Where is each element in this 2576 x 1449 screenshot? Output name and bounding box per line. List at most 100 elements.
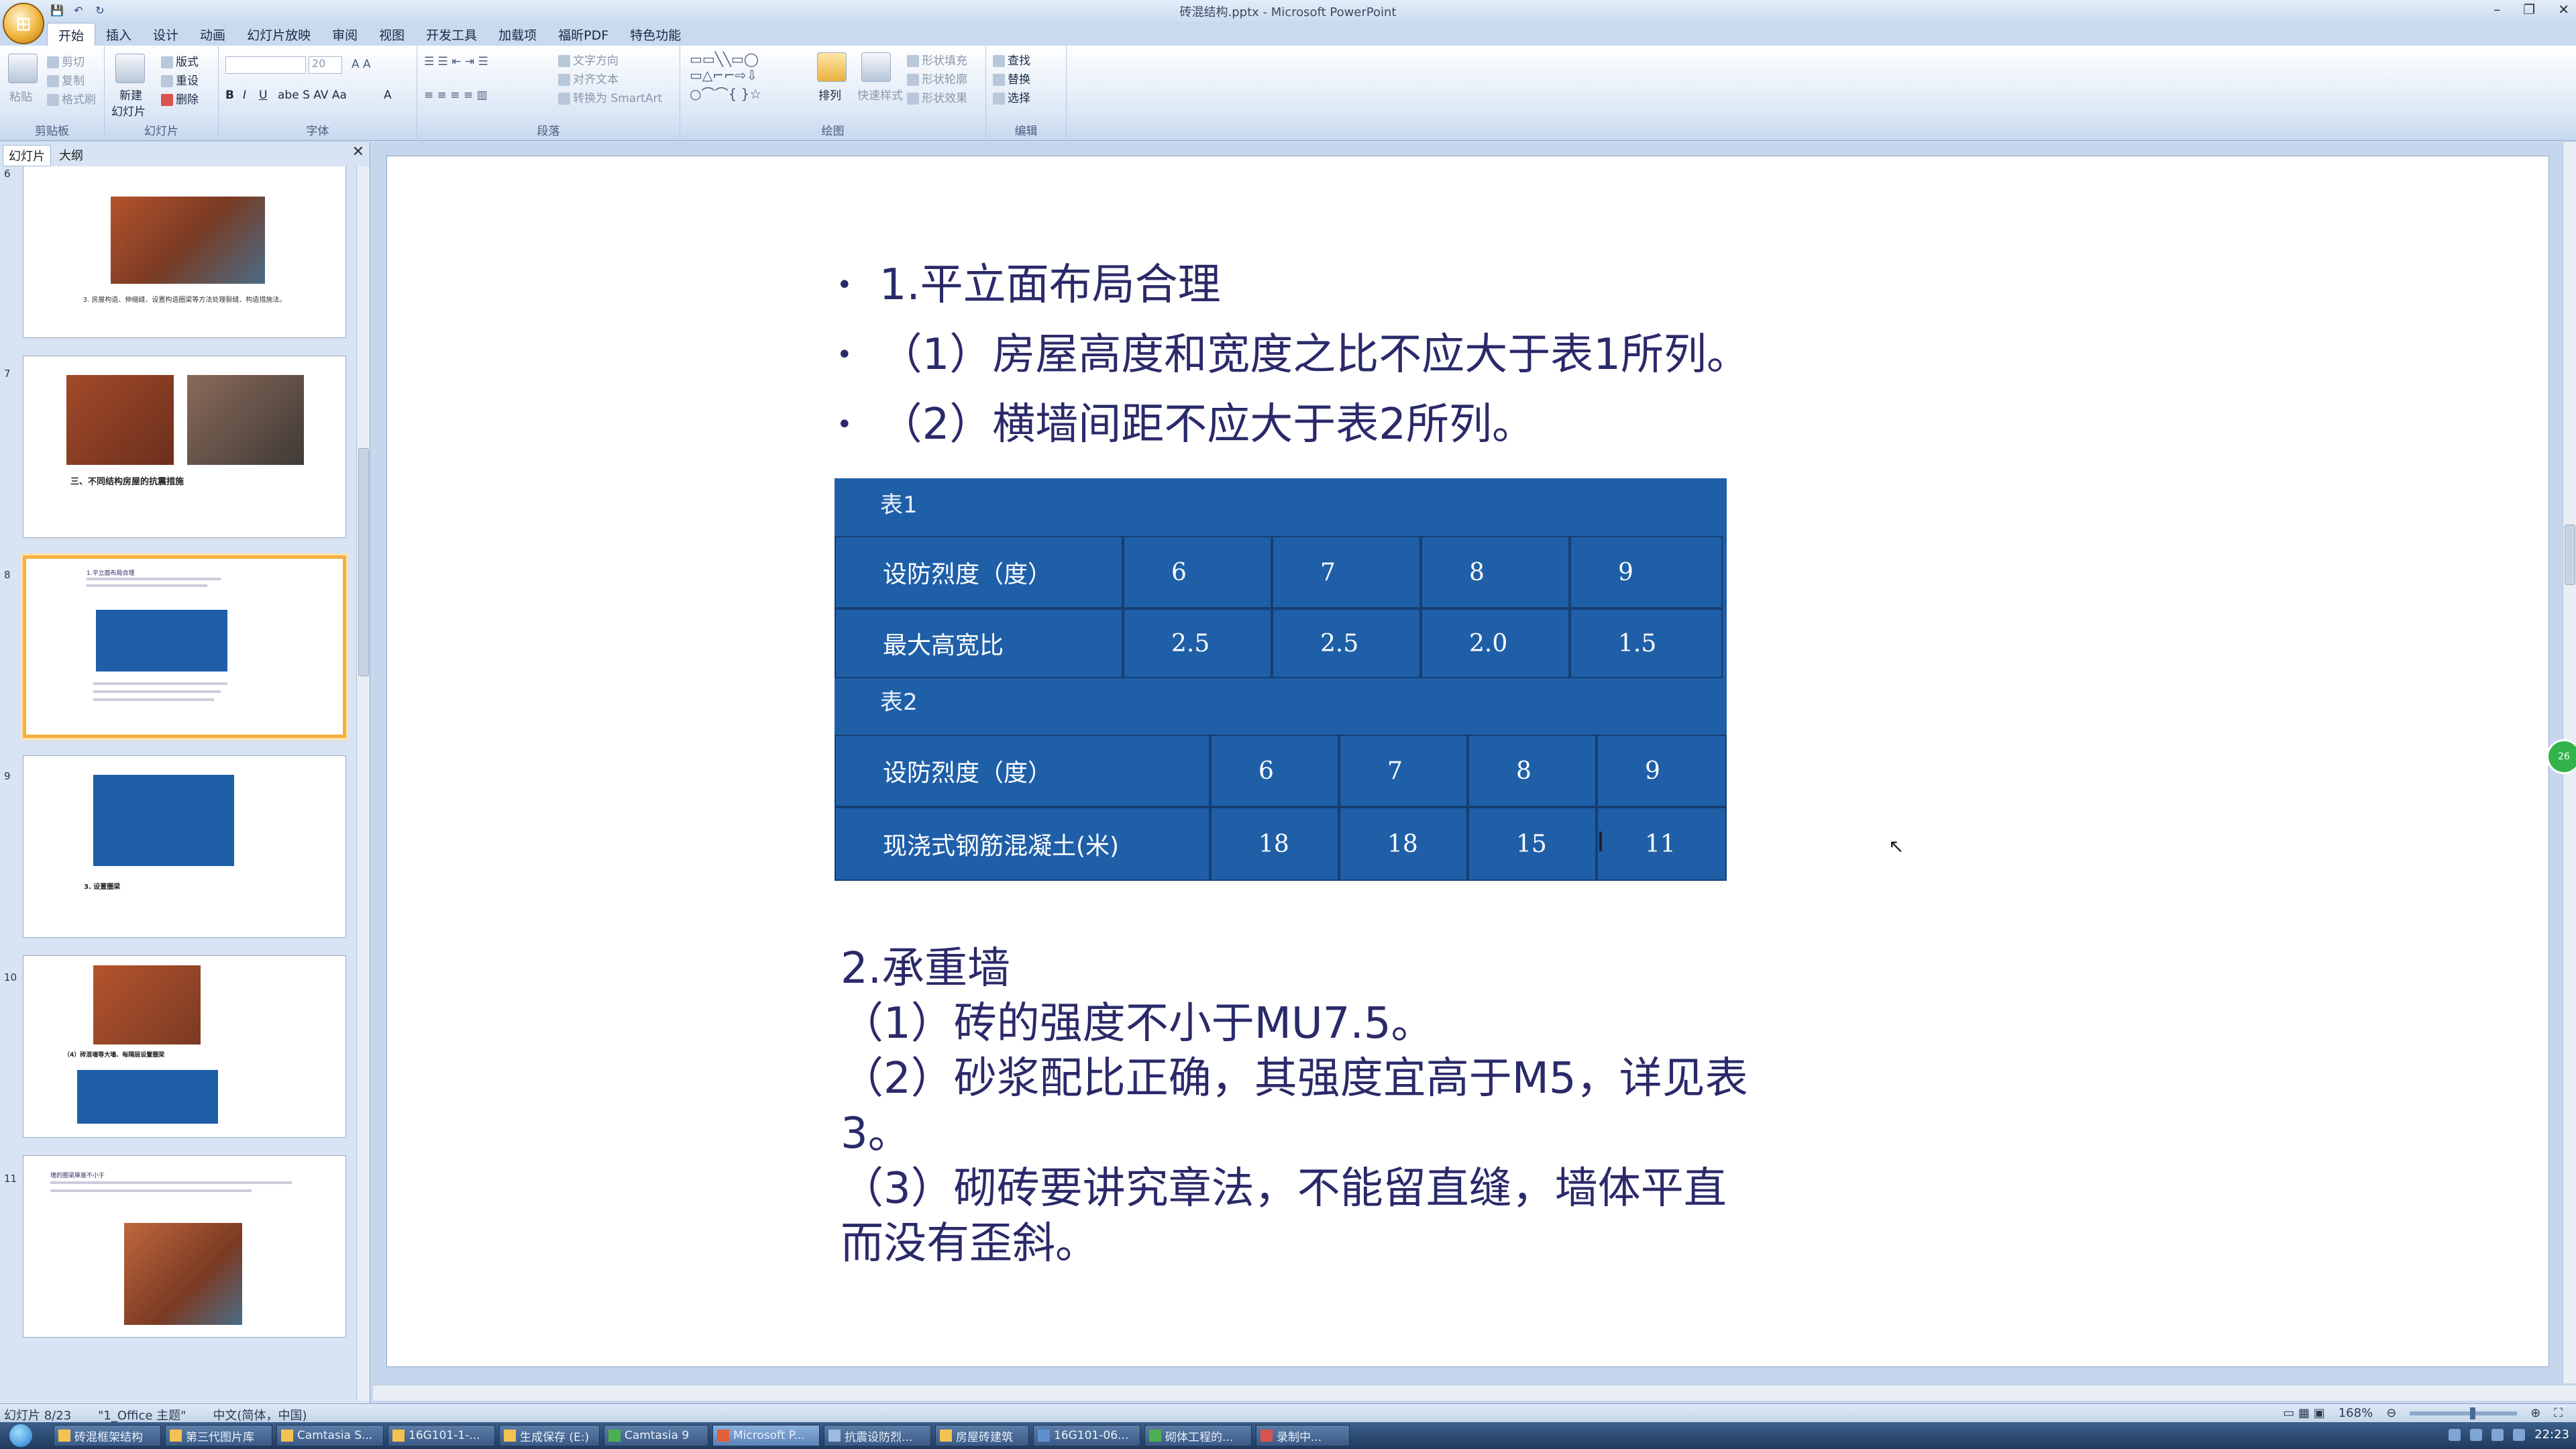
taskbar-item[interactable]: 16G101-1-...: [388, 1425, 495, 1446]
slide-thumbnail[interactable]: 3. 设置圈梁: [23, 755, 346, 938]
taskbar-item-active[interactable]: Microsoft P...: [712, 1425, 820, 1446]
close-button[interactable]: ✕: [2558, 1, 2569, 17]
find-button[interactable]: 查找: [993, 51, 1030, 68]
replace-button[interactable]: 替换: [993, 70, 1030, 87]
slide-thumbnail[interactable]: 墙的圈梁厚度不小于: [23, 1155, 346, 1338]
underline-icon[interactable]: U: [259, 89, 267, 102]
table-cell[interactable]: 7: [1272, 536, 1421, 608]
zoom-slider[interactable]: [2410, 1407, 2518, 1419]
tab-review[interactable]: 审阅: [321, 23, 368, 46]
table-cell[interactable]: 9: [1570, 536, 1723, 608]
paste-button[interactable]: 粘贴: [9, 87, 32, 104]
paste-icon[interactable]: [8, 54, 38, 83]
font-name-combo[interactable]: [225, 56, 306, 74]
select-button[interactable]: 选择: [993, 89, 1030, 105]
bullet-item[interactable]: • （1）房屋高度和宽度之比不应大于表1所列。: [837, 320, 1750, 390]
table-cell[interactable]: 11: [1597, 807, 1727, 881]
start-button[interactable]: [3, 1422, 39, 1449]
align-text-button[interactable]: 对齐文本: [558, 70, 619, 87]
bold-icon[interactable]: B: [225, 89, 234, 102]
tab-design[interactable]: 设计: [142, 23, 189, 46]
zoom-out-icon[interactable]: ⊖: [2386, 1406, 2396, 1420]
new-slide-icon[interactable]: [115, 54, 145, 83]
fit-to-window-icon[interactable]: ⛶: [2554, 1406, 2563, 1420]
align-icons[interactable]: ≡ ≡ ≡ ≡ ▥: [424, 89, 488, 102]
body-text-box[interactable]: 2.承重墙 （1）砖的强度不小于MU7.5。 （2）砂浆配比正确，其强度宜高于M…: [841, 941, 1753, 1271]
tab-animation[interactable]: 动画: [189, 23, 236, 46]
delete-slide-button[interactable]: 删除: [161, 90, 199, 107]
table-cell[interactable]: 设防烈度（度）: [835, 735, 1210, 807]
copy-button[interactable]: 复制: [47, 71, 85, 88]
table-cell[interactable]: 6: [1210, 735, 1339, 807]
smartart-button[interactable]: 转换为 SmartArt: [558, 89, 662, 105]
zoom-in-icon[interactable]: ⊕: [2530, 1406, 2540, 1420]
table-cell[interactable]: 7: [1339, 735, 1468, 807]
table-cell[interactable]: 最大高宽比: [835, 608, 1123, 678]
minimize-button[interactable]: –: [2493, 1, 2500, 17]
table-cell[interactable]: 18: [1210, 807, 1339, 881]
grow-font-icon[interactable]: A A: [352, 58, 371, 71]
reset-button[interactable]: 重设: [161, 71, 199, 88]
taskbar-item[interactable]: Camtasia 9: [604, 1425, 708, 1446]
scrollbar-thumb[interactable]: [358, 448, 369, 676]
tab-addins[interactable]: 加载项: [488, 23, 547, 46]
table-cell[interactable]: 6: [1123, 536, 1272, 608]
font-size-combo[interactable]: 20: [309, 56, 342, 74]
format-painter-button[interactable]: 格式刷: [47, 90, 96, 107]
taskbar-item[interactable]: 砖混框架结构: [54, 1425, 161, 1446]
slide-canvas[interactable]: • 1.平立面布局合理 • （1）房屋高度和宽度之比不应大于表1所列。 • （2）横墙…: [386, 156, 2549, 1367]
taskbar-item[interactable]: 录制中...: [1256, 1425, 1350, 1446]
table-cell[interactable]: 现浇式钢筋混凝土(米): [835, 807, 1210, 881]
horizontal-scrollbar[interactable]: [373, 1385, 2576, 1401]
office-button[interactable]: ⊞: [3, 3, 44, 44]
bullet-item[interactable]: • 1.平立面布局合理: [837, 250, 1750, 320]
tab-features[interactable]: 特色功能: [619, 23, 692, 46]
scrollbar-thumb[interactable]: [2565, 525, 2575, 585]
shapes-gallery-icon[interactable]: ▭▭╲╲▭◯ ▭△⌐⌐⇨⇩ ○⌒⌒{ }☆: [690, 51, 761, 103]
new-slide-button-line2[interactable]: 幻灯片: [111, 102, 146, 119]
taskbar-item[interactable]: Camtasia S...: [276, 1425, 384, 1446]
table-cell[interactable]: 2.5: [1272, 608, 1421, 678]
zoom-level[interactable]: 168%: [2339, 1406, 2373, 1420]
table-cell[interactable]: 18: [1339, 807, 1468, 881]
tab-outline-panel[interactable]: 大纲: [54, 145, 89, 166]
tray-icon[interactable]: [2470, 1428, 2483, 1441]
data-table[interactable]: 表1 设防烈度（度） 6 7 8 9 最大高宽比 2.5 2.5 2.0 1.5…: [835, 478, 1727, 881]
taskbar-item[interactable]: 第三代图片库: [165, 1425, 272, 1446]
cut-button[interactable]: 剪切: [47, 52, 85, 69]
taskbar-item[interactable]: 房屋砖建筑: [935, 1425, 1029, 1446]
table-cell[interactable]: 9: [1597, 735, 1727, 807]
tab-slides-panel[interactable]: 幻灯片: [3, 145, 51, 166]
strike-shadow-icons[interactable]: abe S AV Aa: [278, 89, 347, 102]
clock[interactable]: 22:23: [2534, 1428, 2569, 1442]
table-cell[interactable]: 8: [1468, 735, 1597, 807]
quick-styles-button[interactable]: 快速样式: [857, 86, 903, 103]
slide-thumbnail[interactable]: 三、不同结构房屋的抗震措施: [23, 356, 346, 538]
arrange-button[interactable]: 排列: [818, 86, 841, 103]
close-panel-icon[interactable]: ✕: [352, 144, 364, 160]
layout-button[interactable]: 版式: [161, 52, 199, 69]
slide-thumbnail[interactable]: （4）砖混墙等大墙、每隔层设置圈梁: [23, 955, 346, 1138]
tab-insert[interactable]: 插入: [95, 23, 142, 46]
table-cell[interactable]: 设防烈度（度）: [835, 536, 1123, 608]
restore-button[interactable]: ❐: [2523, 1, 2535, 17]
taskbar-item[interactable]: 生成保存 (E:): [499, 1425, 600, 1446]
table-cell[interactable]: 15: [1468, 807, 1597, 881]
quick-styles-icon[interactable]: [861, 52, 891, 82]
slide-thumbnail-selected[interactable]: 1.平立面布局合理: [23, 555, 346, 738]
shape-effects-button[interactable]: 形状效果: [907, 89, 967, 105]
table-cell[interactable]: 2.5: [1123, 608, 1272, 678]
tab-foxit-pdf[interactable]: 福昕PDF: [547, 23, 619, 46]
language-status[interactable]: 中文(简体，中国): [213, 1406, 307, 1424]
tab-home[interactable]: 开始: [47, 23, 96, 46]
slide-scrollbar[interactable]: 26: [2546, 142, 2576, 1383]
table-cell[interactable]: 1.5: [1570, 608, 1723, 678]
taskbar-item[interactable]: 16G101-06...: [1033, 1425, 1140, 1446]
volume-icon[interactable]: [2513, 1428, 2526, 1441]
tab-developer[interactable]: 开发工具: [415, 23, 488, 46]
text-direction-button[interactable]: 文字方向: [558, 51, 619, 68]
arrange-icon[interactable]: [817, 52, 847, 82]
network-icon[interactable]: [2491, 1428, 2504, 1441]
list-icons[interactable]: ☰ ☰ ⇤ ⇥ ☰: [424, 55, 488, 68]
view-buttons[interactable]: ▭ ▦ ▣: [2283, 1406, 2324, 1420]
